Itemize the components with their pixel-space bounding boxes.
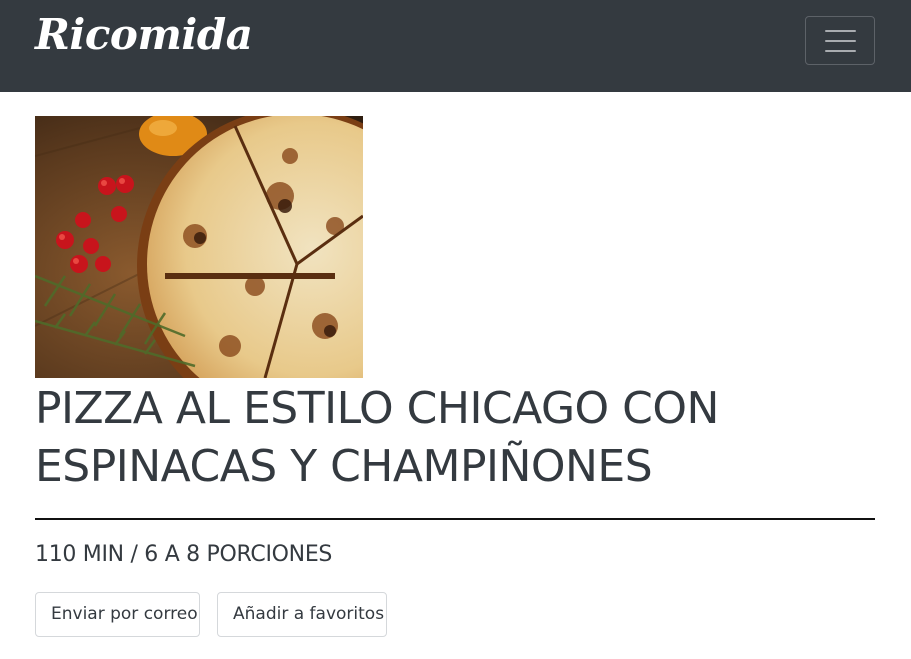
- brand-logo[interactable]: Ricomida: [35, 8, 253, 62]
- hamburger-menu-icon: [825, 30, 856, 32]
- email-recipe-button[interactable]: Enviar por correo: [35, 592, 200, 637]
- navbar-toggler-button[interactable]: [805, 16, 875, 65]
- add-to-favorites-button[interactable]: Añadir a favoritos: [217, 592, 387, 637]
- navbar: Ricomida: [0, 0, 911, 92]
- recipe-meta: 110 MIN / 6 A 8 PORCIONES: [35, 542, 333, 567]
- hamburger-menu-icon-line: [825, 40, 856, 42]
- recipe-image: [35, 116, 363, 378]
- title-divider: [35, 518, 875, 520]
- hamburger-menu-icon-line: [825, 50, 856, 52]
- recipe-title: PIZZA AL ESTILO CHICAGO CON ESPINACAS Y …: [35, 383, 719, 492]
